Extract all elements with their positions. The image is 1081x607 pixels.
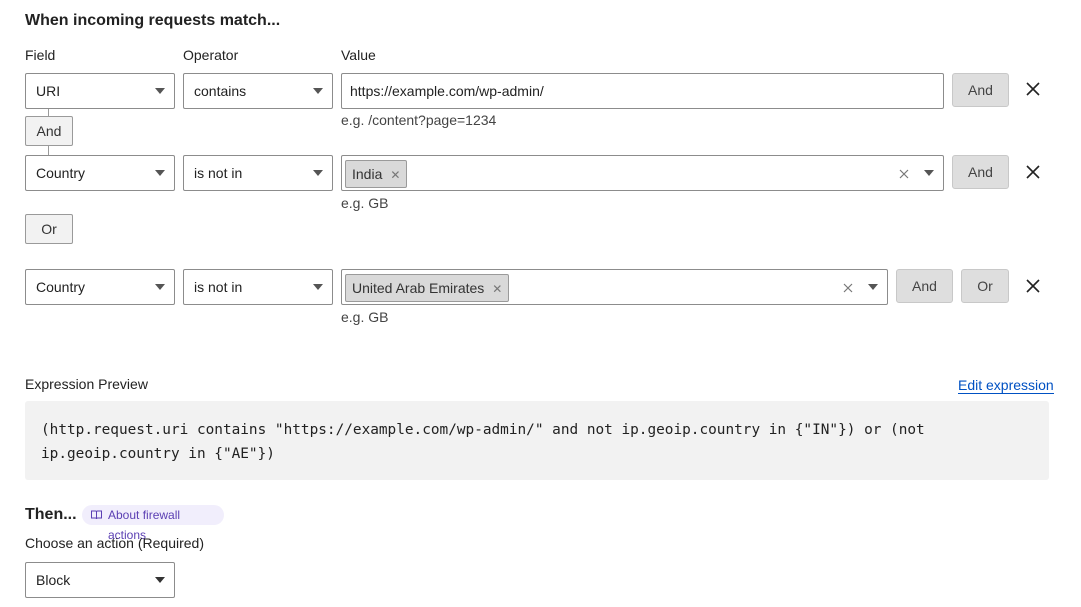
rule3-operator-select[interactable]: is not in xyxy=(183,269,333,305)
rule1-field-select[interactable]: URI xyxy=(25,73,175,109)
rule3-value-hint: e.g. GB xyxy=(341,309,389,325)
expression-line-2: ip.geoip.country in {"AE"}) xyxy=(41,446,275,462)
rule3-tag-label: United Arab Emirates xyxy=(352,280,485,296)
rule1-field-value: URI xyxy=(36,83,61,99)
action-select-value: Block xyxy=(36,572,71,588)
rule2-tag-label: India xyxy=(352,166,383,182)
rule2-country-tag: India ✕ xyxy=(345,160,408,188)
book-icon xyxy=(91,510,102,520)
rule3-country-tag: United Arab Emirates ✕ xyxy=(345,274,510,302)
or-connector-button[interactable]: Or xyxy=(25,214,73,244)
rule3-and-button[interactable]: And xyxy=(896,269,953,303)
rule1-operator-select[interactable]: contains xyxy=(183,73,333,109)
choose-action-label: Choose an action (Required) xyxy=(25,535,204,551)
chevron-down-icon xyxy=(155,170,165,176)
chevron-down-icon xyxy=(155,88,165,94)
rule1-value-hint: e.g. /content?page=1234 xyxy=(341,112,497,128)
then-title: Then... xyxy=(25,506,77,523)
rule3-field-select[interactable]: Country xyxy=(25,269,175,305)
close-icon[interactable] xyxy=(1025,164,1041,180)
section-title: When incoming requests match... xyxy=(25,12,281,29)
rule3-operator-value: is not in xyxy=(194,279,243,295)
close-icon[interactable] xyxy=(1025,278,1041,294)
rule3-or-button[interactable]: Or xyxy=(961,269,1009,303)
edit-expression-link[interactable]: Edit expression xyxy=(958,377,1054,394)
tag-remove-icon[interactable]: ✕ xyxy=(390,168,400,182)
rule2-operator-value: is not in xyxy=(194,165,243,181)
rule1-value-input[interactable]: https://example.com/wp-admin/ xyxy=(341,73,944,109)
chevron-down-icon[interactable] xyxy=(868,284,878,290)
expression-preview-label: Expression Preview xyxy=(25,376,148,392)
and-connector-button[interactable]: And xyxy=(25,116,73,146)
rule1-value-text: https://example.com/wp-admin/ xyxy=(350,83,544,99)
chevron-down-icon xyxy=(313,170,323,176)
chevron-down-icon xyxy=(313,88,323,94)
chevron-down-icon xyxy=(155,577,165,583)
clear-icon[interactable] xyxy=(899,169,909,179)
clear-icon[interactable] xyxy=(843,283,853,293)
chevron-down-icon xyxy=(313,284,323,290)
chevron-down-icon xyxy=(155,284,165,290)
rule2-operator-select[interactable]: is not in xyxy=(183,155,333,191)
close-icon[interactable] xyxy=(1025,81,1041,97)
action-select[interactable]: Block xyxy=(25,562,175,598)
chevron-down-icon[interactable] xyxy=(924,170,934,176)
operator-column-label: Operator xyxy=(183,47,239,63)
expression-line-1: (http.request.uri contains "https://exam… xyxy=(41,422,925,438)
rule2-and-button[interactable]: And xyxy=(952,155,1009,189)
rule2-value-multiselect[interactable] xyxy=(341,155,944,191)
rule2-field-select[interactable]: Country xyxy=(25,155,175,191)
rule3-field-value: Country xyxy=(36,279,86,295)
value-column-label: Value xyxy=(341,47,376,63)
expression-preview-box: (http.request.uri contains "https://exam… xyxy=(25,401,1049,480)
rule1-operator-value: contains xyxy=(194,83,247,99)
and-connector-line-bottom xyxy=(48,146,49,155)
tag-remove-icon[interactable]: ✕ xyxy=(492,282,502,296)
rule2-field-value: Country xyxy=(36,165,86,181)
about-firewall-actions-link[interactable]: About firewall actions xyxy=(82,505,224,542)
field-column-label: Field xyxy=(25,47,56,63)
rule2-value-hint: e.g. GB xyxy=(341,195,389,211)
rule1-and-button[interactable]: And xyxy=(952,73,1009,107)
